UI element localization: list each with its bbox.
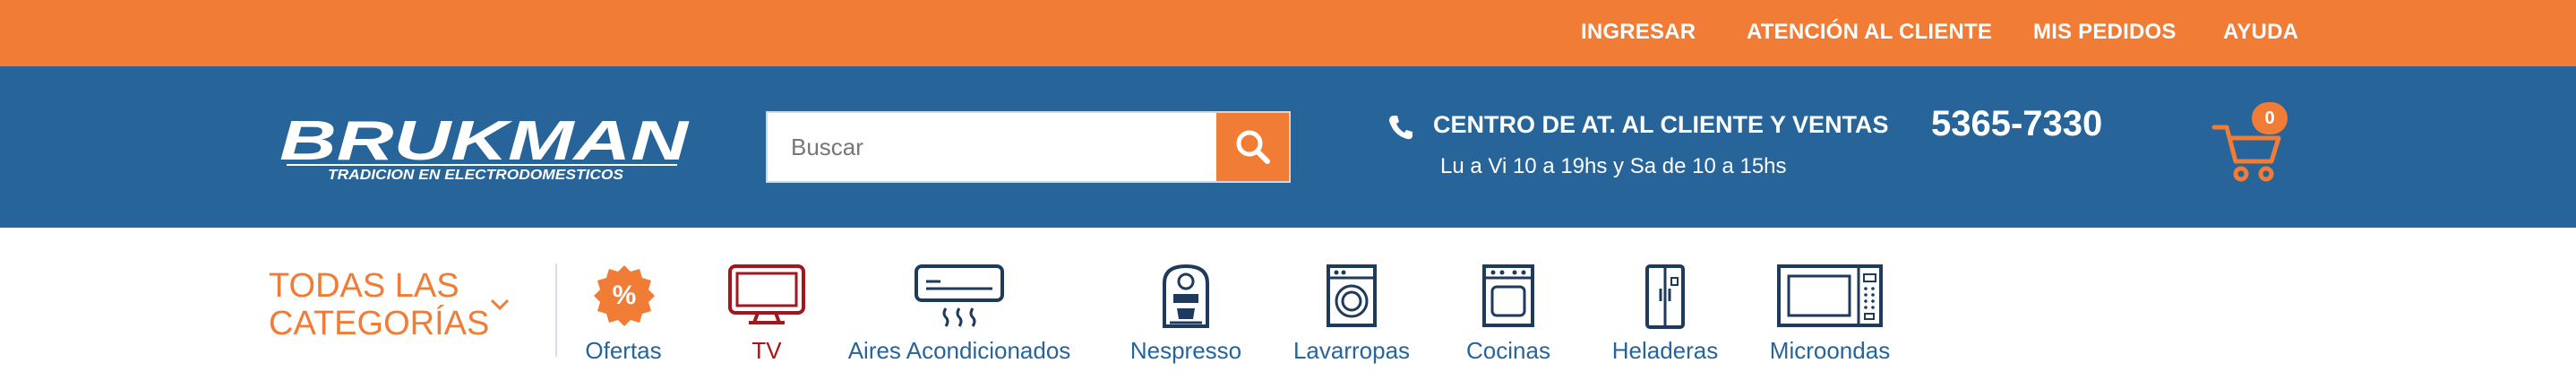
washing-machine-icon xyxy=(1327,264,1377,327)
category-label: TV xyxy=(751,337,782,364)
refrigerator-icon xyxy=(1645,264,1685,329)
air-conditioner-icon xyxy=(914,264,1004,327)
brukman-logo[interactable]: BRUKMAN TRADICION EN ELECTRODOMESTICOS xyxy=(274,113,695,181)
category-aires-acondicionados[interactable]: Aires Acondicionados xyxy=(842,264,1075,371)
category-cocinas[interactable]: Cocinas xyxy=(1446,264,1571,371)
cart-count-badge: 0 xyxy=(2252,102,2288,134)
category-label: Heladeras xyxy=(1611,337,1719,364)
logo-tagline: TRADICION EN ELECTRODOMESTICOS xyxy=(328,168,623,181)
phone-icon xyxy=(1389,116,1413,140)
search-button[interactable] xyxy=(1216,113,1289,181)
category-label: Aires Acondicionados xyxy=(847,337,1071,364)
category-label: Nespresso xyxy=(1129,337,1242,364)
category-lavarropas[interactable]: Lavarropas xyxy=(1290,264,1415,371)
contact-hours: Lu a Vi 10 a 19hs y Sa de 10 a 15hs xyxy=(1440,154,1787,178)
main-header: BRUKMAN TRADICION EN ELECTRODOMESTICOS C… xyxy=(0,66,2576,228)
category-nav: TODAS LAS CATEGORÍAS % Ofertas TV Aires … xyxy=(0,228,2576,389)
microwave-icon xyxy=(1777,264,1883,327)
contact-title: CENTRO DE AT. AL CLIENTE Y VENTAS xyxy=(1433,111,1889,138)
category-microondas[interactable]: Microondas xyxy=(1768,264,1893,371)
coffee-machine-icon xyxy=(1163,264,1209,328)
all-categories-menu[interactable]: TODAS LAS CATEGORÍAS xyxy=(269,267,489,342)
category-label: Lavarropas xyxy=(1292,337,1411,364)
help-link[interactable]: AYUDA xyxy=(2223,20,2298,45)
category-tv[interactable]: TV xyxy=(713,264,820,371)
category-nespresso[interactable]: Nespresso xyxy=(1123,264,1249,371)
category-ofertas[interactable]: % Ofertas xyxy=(570,264,677,371)
nav-divider xyxy=(555,264,557,357)
logo-brand-text: BRUKMAN xyxy=(279,113,690,172)
category-label: Microondas xyxy=(1769,337,1891,364)
search-input[interactable] xyxy=(768,113,1215,181)
category-label: Ofertas xyxy=(585,337,662,364)
stove-icon xyxy=(1482,264,1534,327)
top-bar: INGRESAR ATENCIÓN AL CLIENTE MIS PEDIDOS… xyxy=(0,0,2576,66)
all-categories-label-line2: CATEGORÍAS xyxy=(269,305,490,342)
tv-icon xyxy=(728,264,805,324)
search-icon xyxy=(1236,130,1270,164)
phone-number[interactable]: 5365-7330 xyxy=(1931,104,2102,144)
search-box xyxy=(766,111,1291,183)
svg-text:%: % xyxy=(613,281,637,310)
login-link[interactable]: INGRESAR xyxy=(1581,20,1696,45)
my-orders-link[interactable]: MIS PEDIDOS xyxy=(2033,20,2177,45)
customer-service-link[interactable]: ATENCIÓN AL CLIENTE xyxy=(1747,20,1992,45)
all-categories-label-line1: TODAS LAS xyxy=(269,267,459,305)
chevron-down-icon[interactable] xyxy=(489,298,511,312)
category-label: Cocinas xyxy=(1466,337,1550,364)
percent-badge-icon: % xyxy=(594,265,655,326)
category-heladeras[interactable]: Heladeras xyxy=(1603,264,1729,371)
